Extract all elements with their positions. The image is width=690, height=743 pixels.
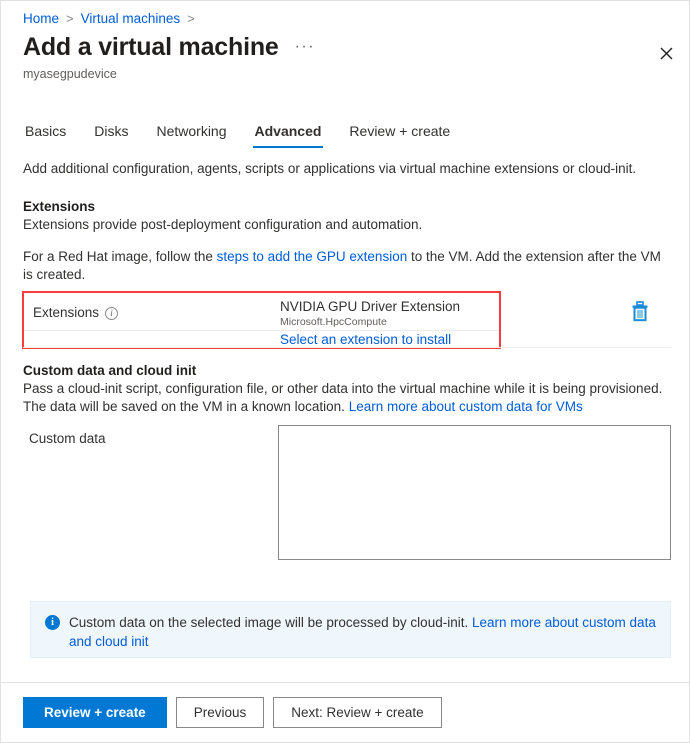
tab-basics[interactable]: Basics	[23, 119, 80, 148]
info-banner-text: Custom data on the selected image will b…	[69, 614, 656, 652]
breadcrumb-item-home[interactable]: Home	[23, 11, 59, 26]
trash-icon[interactable]	[630, 301, 652, 327]
breadcrumb: Home > Virtual machines >	[23, 11, 195, 26]
extensions-description: Extensions provide post-deployment confi…	[23, 217, 423, 232]
review-create-button[interactable]: Review + create	[23, 697, 167, 728]
extension-name: NVIDIA GPU Driver Extension	[280, 299, 461, 314]
extensions-heading: Extensions	[23, 199, 96, 214]
extensions-field-highlight: Extensions i NVIDIA GPU Driver Extension…	[22, 291, 501, 349]
more-options-icon[interactable]: ···	[293, 38, 317, 56]
custom-data-description: Pass a cloud-init script, configuration …	[23, 380, 673, 416]
info-icon[interactable]: i	[105, 307, 119, 320]
panel-content: Home > Virtual machines > Add a virtual …	[1, 1, 689, 682]
info-banner-text-before: Custom data on the selected image will b…	[69, 615, 472, 630]
breadcrumb-separator-icon-2: >	[187, 11, 195, 26]
extension-row-divider	[24, 330, 499, 331]
extensions-field-label-group: Extensions i	[33, 305, 119, 320]
extension-entry: NVIDIA GPU Driver Extension Microsoft.Hp…	[280, 299, 480, 328]
extensions-field-label: Extensions	[33, 305, 100, 320]
breadcrumb-separator-icon: >	[66, 11, 74, 26]
section-divider	[23, 347, 671, 348]
tab-advanced[interactable]: Advanced	[241, 119, 336, 148]
extension-publisher: Microsoft.HpcCompute	[280, 315, 387, 328]
title-row: Add a virtual machine ···	[23, 33, 317, 62]
tab-networking[interactable]: Networking	[142, 119, 240, 148]
previous-button[interactable]: Previous	[175, 697, 265, 728]
page-title: Add a virtual machine	[23, 33, 279, 61]
custom-data-field-label: Custom data	[29, 431, 106, 446]
intro-text: Add additional configuration, agents, sc…	[23, 161, 637, 176]
tab-disks[interactable]: Disks	[80, 119, 142, 148]
close-icon[interactable]	[652, 39, 680, 67]
custom-data-learn-more-link[interactable]: Learn more about custom data for VMs	[349, 399, 583, 414]
tab-bar: Basics Disks Networking Advanced Review …	[23, 119, 464, 148]
select-extension-link[interactable]: Select an extension to install	[280, 332, 451, 347]
info-banner: i Custom data on the selected image will…	[30, 601, 671, 658]
gpu-extension-link[interactable]: steps to add the GPU extension	[217, 249, 408, 264]
custom-data-heading: Custom data and cloud init	[23, 363, 197, 378]
next-review-create-button[interactable]: Next: Review + create	[273, 697, 442, 728]
redhat-note: For a Red Hat image, follow the steps to…	[23, 248, 673, 284]
info-icon-banner: i	[45, 615, 60, 630]
footer-action-bar: Review + create Previous Next: Review + …	[1, 682, 689, 742]
page-subtitle: myasegpudevice	[23, 67, 117, 81]
tab-review-create[interactable]: Review + create	[335, 119, 464, 148]
add-virtual-machine-panel: Home > Virtual machines > Add a virtual …	[0, 0, 690, 743]
redhat-note-before: For a Red Hat image, follow the	[23, 249, 217, 264]
custom-data-input[interactable]	[278, 425, 671, 560]
breadcrumb-item-virtual-machines[interactable]: Virtual machines	[81, 11, 181, 26]
